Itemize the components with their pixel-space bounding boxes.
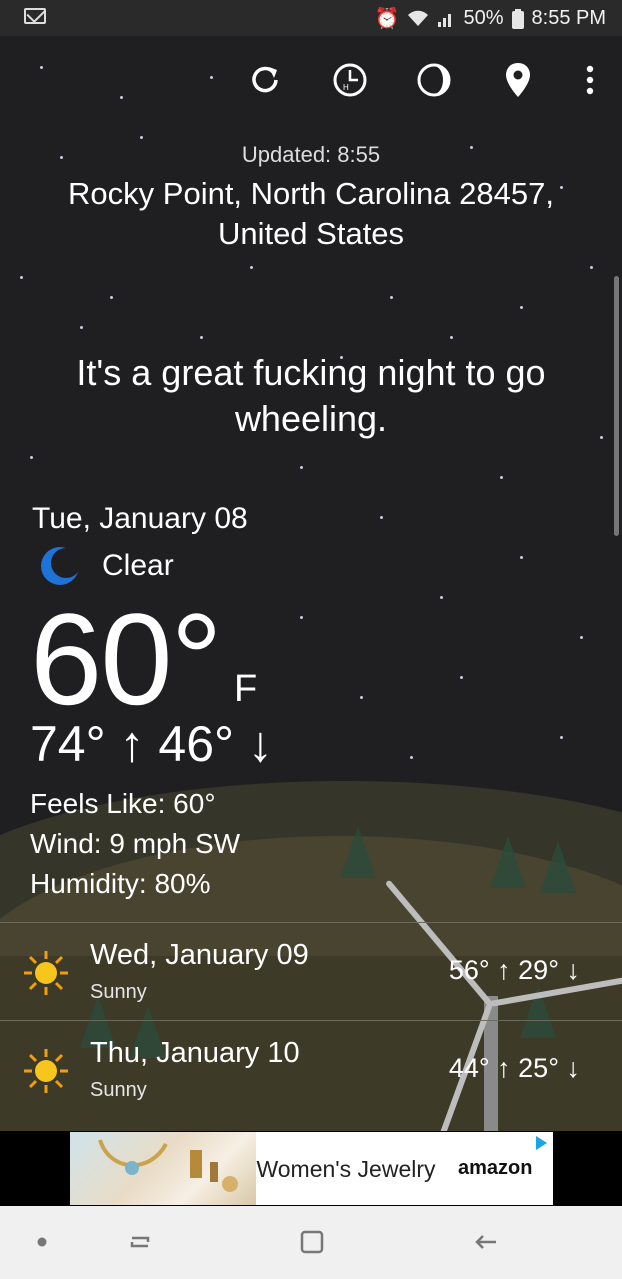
temperature-unit[interactable]: F <box>234 668 257 711</box>
forecast-range: 44° ↑ 25° ↓ <box>448 1053 580 1083</box>
weather-quote: It's a great fucking night to go wheelin… <box>76 352 546 439</box>
star <box>300 466 303 469</box>
back-button[interactable] <box>468 1226 504 1258</box>
forecast-row[interactable]: Thu, January 10 Sunny 44° ↑ 25° ↓ <box>0 1020 622 1117</box>
star <box>360 696 363 699</box>
star <box>520 556 523 559</box>
sun-icon <box>24 1049 68 1093</box>
sun-icon <box>24 951 68 995</box>
star <box>80 326 83 329</box>
star <box>410 756 413 759</box>
hourly-icon[interactable]: H <box>330 60 370 100</box>
star <box>580 636 583 639</box>
signal-icon <box>438 13 452 27</box>
forecast-condition: Sunny <box>90 981 147 1003</box>
current-details: Feels Like: 60° Wind: 9 mph SW Humidity:… <box>30 784 240 904</box>
current-date: Tue, January 08 <box>32 502 248 535</box>
forecast-condition: Sunny <box>90 1079 147 1101</box>
high-low: 74° ↑ 46° ↓ <box>30 716 273 772</box>
location-pin-icon[interactable] <box>498 60 538 100</box>
star <box>390 296 393 299</box>
star <box>110 296 113 299</box>
clock: 8:55 PM <box>531 7 606 29</box>
recents-button[interactable] <box>122 1226 158 1258</box>
star <box>500 476 503 479</box>
tree <box>540 841 576 893</box>
feels-like: Feels Like: 60° <box>30 788 216 819</box>
star <box>520 306 523 309</box>
battery-percent: 50% <box>463 7 504 29</box>
ad-brand: amazon <box>458 1157 533 1179</box>
star <box>140 136 143 139</box>
status-bar: ⏰ 50% 8:55 PM <box>0 0 622 36</box>
navigation-bar <box>0 1206 622 1279</box>
star <box>450 336 453 339</box>
ad-content[interactable]: Women's Jewelry amazon <box>70 1132 553 1205</box>
current-temperature: 60° <box>30 586 223 732</box>
wifi-icon <box>408 10 429 26</box>
forecast-date: Thu, January 10 <box>90 1037 300 1069</box>
star <box>200 336 203 339</box>
star <box>590 266 593 269</box>
current-condition: Clear <box>102 549 174 582</box>
humidity: Humidity: 80% <box>30 868 211 899</box>
mail-icon <box>24 8 46 24</box>
updated-time: Updated: 8:55 <box>241 142 381 167</box>
star <box>560 736 563 739</box>
star <box>440 596 443 599</box>
moon-icon <box>41 547 80 585</box>
star <box>250 266 253 269</box>
star <box>380 516 383 519</box>
adchoices-icon[interactable] <box>536 1136 547 1150</box>
forecast-date: Wed, January 09 <box>90 939 309 971</box>
star <box>300 616 303 619</box>
location-name[interactable]: Rocky Point, North Carolina 28457, Unite… <box>30 174 592 254</box>
battery-icon <box>511 8 524 29</box>
recent-dot[interactable] <box>30 1226 54 1258</box>
current-condition-row: Clear <box>40 546 174 586</box>
forecast-row[interactable]: Wed, January 09 Sunny 56° ↑ 29° ↓ <box>0 922 622 1019</box>
refresh-icon[interactable] <box>245 60 285 100</box>
jewelry-image <box>70 1132 256 1205</box>
star <box>20 276 23 279</box>
ad-title: Women's Jewelry <box>256 1155 436 1182</box>
tree <box>490 836 526 888</box>
star <box>30 456 33 459</box>
alarm-icon: ⏰ <box>374 8 400 30</box>
scrollbar[interactable] <box>614 276 619 536</box>
home-button[interactable] <box>294 1226 330 1258</box>
toolbar: H <box>0 60 622 104</box>
tree <box>340 826 376 878</box>
status-right: ⏰ 50% 8:55 PM <box>375 6 606 31</box>
svg-text:H: H <box>343 83 349 92</box>
forecast-range: 56° ↑ 29° ↓ <box>448 955 580 985</box>
more-vert-icon[interactable] <box>570 60 610 100</box>
wind: Wind: 9 mph SW <box>30 828 241 859</box>
moon-phase-icon[interactable] <box>414 60 454 100</box>
star <box>460 676 463 679</box>
ad-banner[interactable]: Women's Jewelry amazon <box>0 1131 622 1206</box>
